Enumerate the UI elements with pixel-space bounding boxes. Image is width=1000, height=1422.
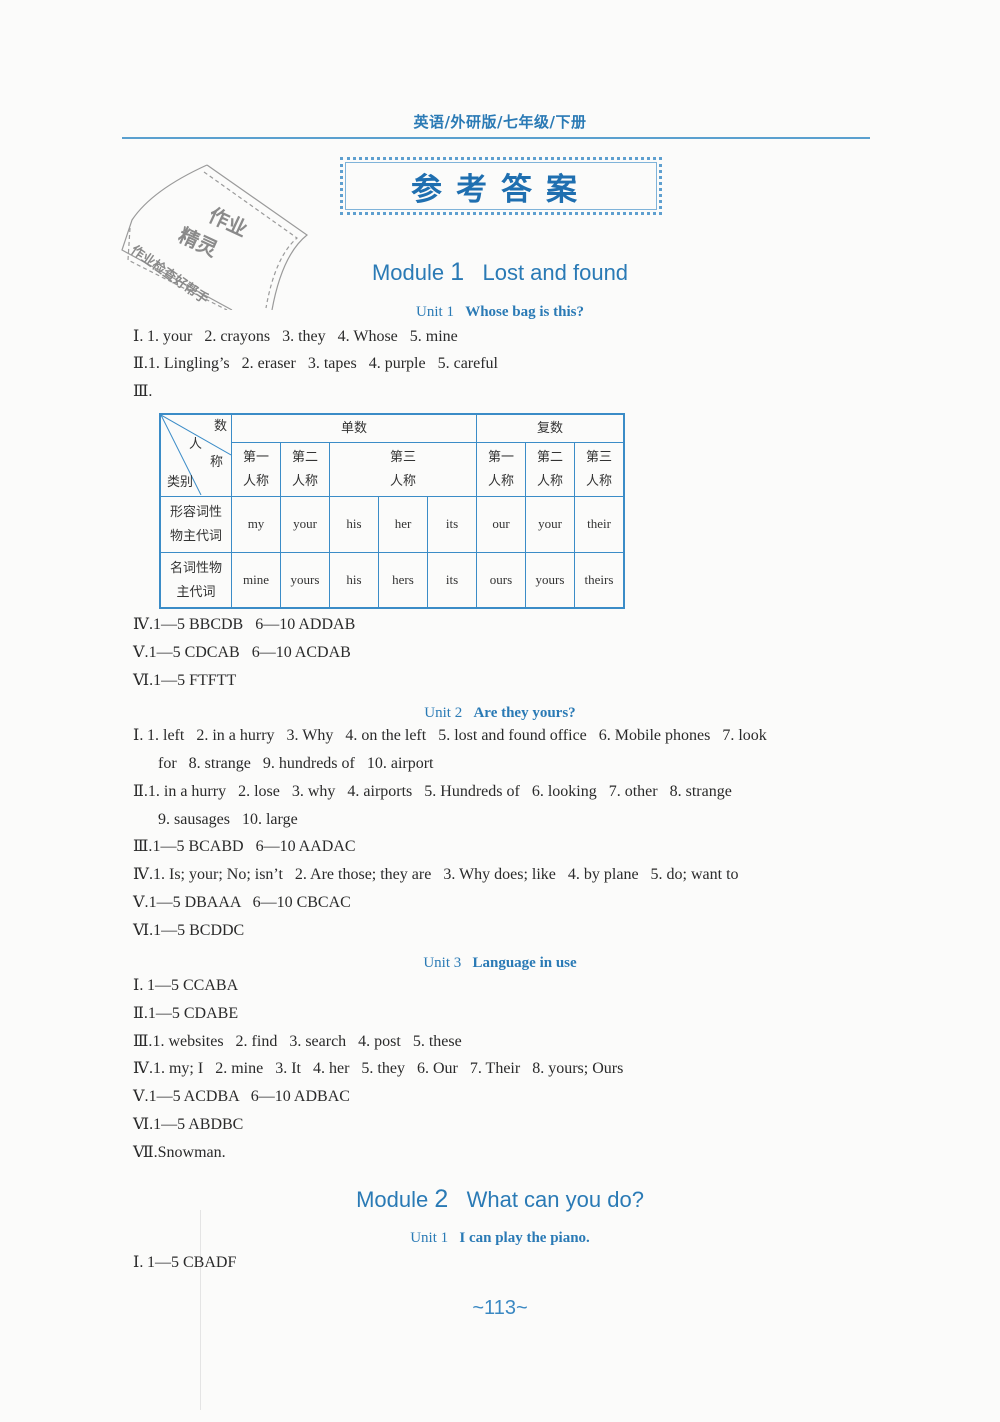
table-row: 形容词性 物主代词 my your his her its our your t… [159, 495, 625, 553]
running-header: 英语/外研版/七年级/下册 [413, 113, 587, 131]
table-group-header: 复数 [476, 413, 625, 443]
answer-line: Ⅱ.1. in a hurry 2. lose 3. why 4. airpor… [133, 783, 732, 800]
answer-line: Ⅰ. 1—5 CCABA [133, 977, 239, 994]
table-person-header: 第一 人称 [476, 441, 526, 497]
answers-title: 参考答案 [411, 171, 591, 208]
answer-line: Ⅳ.1. my; I 2. mine 3. It 4. her 5. they … [133, 1060, 624, 1077]
answers-title-box: 参考答案 [340, 157, 662, 215]
table-row: 名词性物 主代词 mine yours his hers its ours yo… [159, 551, 625, 609]
unit-title: Unit 2 Are they yours? [424, 705, 576, 721]
table-cell: our [476, 495, 526, 553]
pronoun-table: 数 人 称 类别 单数 复数 第一 人称 第二 人称 第三 人称 第一 人称 第… [159, 413, 625, 609]
table-person-header: 第二 人称 [525, 441, 575, 497]
table-person-header: 第二 人称 [280, 441, 330, 497]
header-divider [122, 137, 870, 139]
unit-title: Unit 1 I can play the piano. [410, 1230, 590, 1246]
table-cell: his [329, 495, 379, 553]
table-person-header: 第一 人称 [231, 441, 281, 497]
unit-title: Unit 1 Whose bag is this? [416, 304, 584, 320]
answer-line: Ⅰ. 1. left 2. in a hurry 3. Why 4. on the… [133, 727, 767, 744]
answer-line: Ⅳ.1—5 BBCDB 6—10 ADDAB [133, 616, 356, 633]
table-cell: its [427, 551, 477, 609]
answer-line: Ⅲ.1—5 BCABD 6—10 AADAC [133, 838, 356, 855]
table-row-label: 名词性物 主代词 [159, 551, 232, 609]
answer-line: Ⅴ.1—5 DBAAA 6—10 CBCAC [133, 894, 351, 911]
answer-line: Ⅵ.1—5 ABDBC [133, 1116, 244, 1133]
table-cell: yours [280, 551, 330, 609]
table-corner-header: 数 人 称 类别 [159, 413, 232, 497]
table-cell: her [378, 495, 428, 553]
unit-title: Unit 3 Language in use [423, 955, 577, 971]
table-group-header: 单数 [231, 413, 477, 443]
table-cell: my [231, 495, 281, 553]
answer-line: Ⅰ. 1—5 CBADF [133, 1254, 237, 1271]
answer-line: Ⅵ.1—5 FTFTT [133, 672, 237, 689]
answer-line: Ⅵ.1—5 BCDDC [133, 922, 245, 939]
table-person-header: 第三 人称 [329, 441, 477, 497]
answer-line: Ⅲ. [133, 383, 153, 400]
book-stamp-icon: 作业 精灵 作业检查好帮手 [121, 164, 309, 311]
table-cell: yours [525, 551, 575, 609]
answer-line-continued: for 8. strange 9. hundreds of 10. airpor… [158, 755, 434, 772]
answer-line: Ⅲ.1. websites 2. find 3. search 4. post … [133, 1033, 462, 1050]
table-cell: theirs [574, 551, 625, 609]
table-cell: its [427, 495, 477, 553]
answer-line: Ⅰ. 1. your 2. crayons 3. they 4. Whose 5.… [133, 328, 458, 345]
table-cell: ours [476, 551, 526, 609]
table-cell: your [280, 495, 330, 553]
watermark-stamp: 作业 精灵 作业检查好帮手 [112, 160, 312, 311]
table-cell: mine [231, 551, 281, 609]
module-title: Module 1 Lost and found [371, 258, 629, 286]
table-cell: his [329, 551, 379, 609]
answer-line: Ⅱ.1. Lingling’s 2. eraser 3. tapes 4. pu… [133, 355, 498, 372]
table-row-label: 形容词性 物主代词 [159, 495, 232, 553]
answer-line: Ⅳ.1. Is; your; No; isn’t 2. Are those; t… [133, 866, 739, 883]
answer-line: Ⅱ.1—5 CDABE [133, 1005, 239, 1022]
answer-line: Ⅴ.1—5 CDCAB 6—10 ACDAB [133, 644, 351, 661]
table-person-header: 第三 人称 [574, 441, 625, 497]
answer-line-continued: 9. sausages 10. large [158, 811, 298, 828]
table-cell: your [525, 495, 575, 553]
page-number: ~113~ [472, 1297, 528, 1319]
answer-line: Ⅶ.Snowman. [133, 1144, 226, 1161]
table-cell: their [574, 495, 625, 553]
module-title: Module 2 What can you do? [356, 1185, 644, 1213]
table-cell: hers [378, 551, 428, 609]
answer-line: Ⅴ.1—5 ACDBA 6—10 ADBAC [133, 1088, 350, 1105]
